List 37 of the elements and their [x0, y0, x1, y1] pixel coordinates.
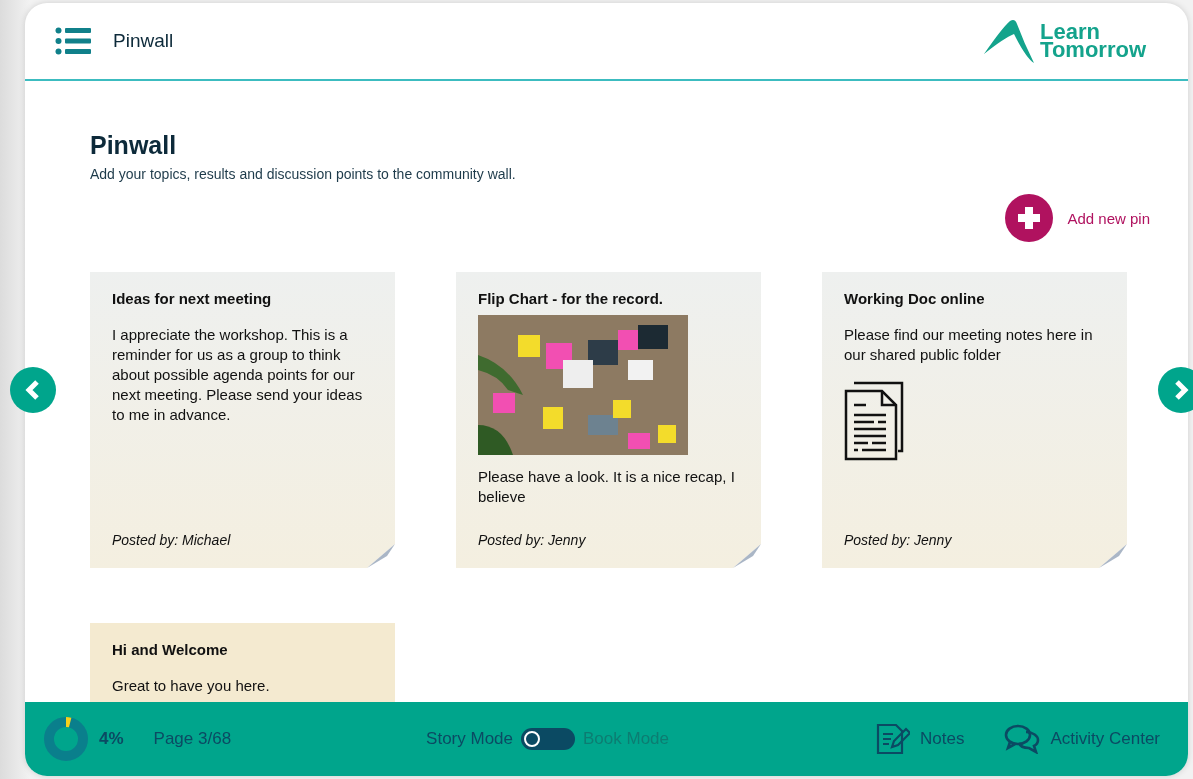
- pin-title: Ideas for next meeting: [112, 290, 273, 307]
- menu-button[interactable]: [55, 27, 91, 55]
- add-pin-button[interactable]: [1005, 194, 1054, 242]
- page-curl-icon: [1099, 544, 1127, 568]
- document-icon: [844, 381, 906, 461]
- pin-card[interactable]: [90, 272, 395, 568]
- mode-toggle[interactable]: [521, 728, 576, 750]
- pin-card[interactable]: Working Doc online Please find our meeting notes here in our shared public folder Posted by: Jenny: [822, 272, 1127, 568]
- pin-card[interactable]: Flip Chart - for the record. Please have a look. It is a nice recap, I believe Posted by: Jenny: [456, 272, 761, 568]
- header-title: Pinwall: [113, 30, 174, 52]
- pin-text: Please have a look. It is a nice recap, I believe: [478, 467, 736, 507]
- add-pin-link[interactable]: Add new pin: [1067, 209, 1150, 227]
- plus-icon: [1016, 205, 1043, 231]
- progress-ring: [43, 716, 89, 762]
- pin-text: Great to have you here.: [112, 676, 271, 696]
- page-counter: Page 3/68: [153, 729, 232, 749]
- pin-title: Hi and Welcome: [112, 641, 229, 658]
- progress-percent: 4%: [99, 729, 124, 749]
- chevron-left-icon: [24, 379, 42, 401]
- pin-author: Posted by: Michael: [112, 532, 232, 548]
- page-heading: Pinwall: [90, 131, 178, 160]
- chevron-right-icon: [1172, 379, 1190, 401]
- page-curl-icon: [367, 544, 395, 568]
- pin-text: I appreciate the workshop. This is a reminder for us as a group to think about possible agenda points for our next meeting. Please send your ideas to me in advance.: [112, 325, 364, 425]
- pin-title: Flip Chart - for the record.: [478, 290, 664, 307]
- pin-author: Posted by: Jenny: [478, 532, 587, 548]
- previous-button[interactable]: [10, 367, 56, 413]
- note-pencil-icon: [876, 723, 910, 755]
- logo-text: Learn Tomorrow: [1040, 23, 1146, 59]
- pin-text: Please find our meeting notes here in our shared public folder: [844, 325, 1094, 365]
- pin-title: Working Doc online: [844, 290, 986, 307]
- page-description: Add your topics, results and discussion points to the community wall.: [90, 166, 517, 182]
- pin-author: Posted by: Jenny: [844, 532, 953, 548]
- page-curl-icon: [733, 544, 761, 568]
- pin-card[interactable]: Hi and Welcome Great to have you here.: [90, 623, 395, 702]
- logo-icon: [984, 18, 1035, 64]
- chat-bubbles-icon: [1004, 724, 1041, 754]
